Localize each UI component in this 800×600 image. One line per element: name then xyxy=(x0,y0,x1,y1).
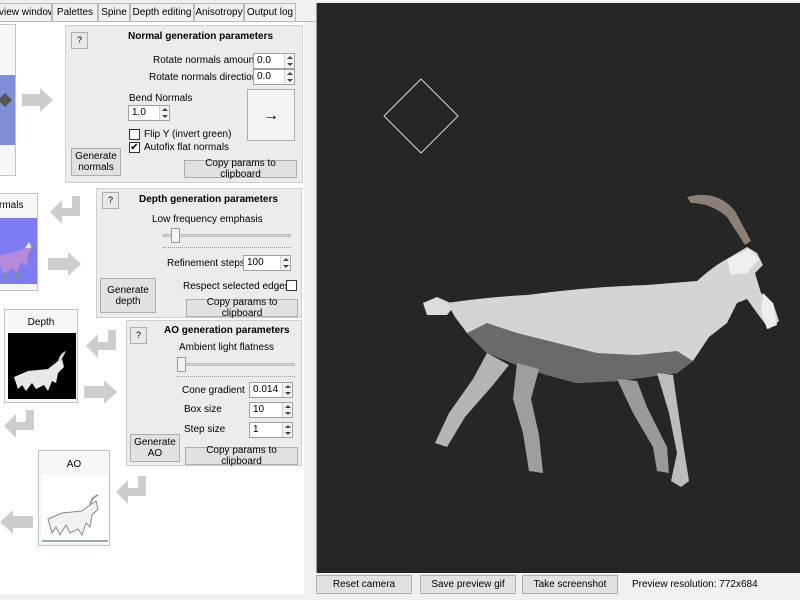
preview-resolution-text: Preview resolution: 772x684 xyxy=(632,579,758,590)
light-direction-button[interactable]: → xyxy=(247,89,295,141)
box-size-value: 10 xyxy=(253,404,265,415)
low-frequency-slider[interactable] xyxy=(163,234,291,237)
bend-normals-stepper[interactable] xyxy=(159,106,169,120)
goat-normals-icon xyxy=(0,242,33,280)
rotate-amount-value: 0.0 xyxy=(257,55,271,66)
tab-palettes[interactable]: Palettes xyxy=(52,3,98,21)
depth-thumbnail-label: Depth xyxy=(27,317,55,328)
rotate-direction-field[interactable]: 0.0 xyxy=(253,69,295,85)
depth-copy-params-button[interactable]: Copy params to clipboard xyxy=(186,297,298,319)
ao-group-title: AO generation parameters xyxy=(164,325,290,336)
reset-camera-button[interactable]: Reset camera xyxy=(316,575,412,594)
refinement-steps-stepper[interactable] xyxy=(280,256,290,270)
cone-gradient-label: Cone gradient xyxy=(182,385,245,396)
depth-thumbnail[interactable]: Depth xyxy=(4,309,78,403)
low-frequency-ticks xyxy=(163,247,291,248)
preview-toolbar: Reset camera Save preview gif Take scree… xyxy=(316,574,800,596)
goat-depth-icon xyxy=(14,351,66,391)
tab-spine[interactable]: Spine xyxy=(98,3,130,21)
generate-normals-button[interactable]: Generate normals xyxy=(71,148,121,176)
ao-thumbnail[interactable]: AO xyxy=(38,450,110,546)
depth-generation-group: ? Depth generation parameters Low freque… xyxy=(96,188,302,319)
step-size-value: 1 xyxy=(253,424,259,435)
box-size-label: Box size xyxy=(184,404,222,415)
goat-preview-icon xyxy=(423,194,779,487)
source-thumbnail[interactable] xyxy=(0,24,16,176)
arrow-down-left-icon xyxy=(86,330,116,358)
rotate-direction-stepper[interactable] xyxy=(284,70,294,84)
normal-help-button[interactable]: ? xyxy=(71,32,88,49)
depth-help-button[interactable]: ? xyxy=(102,192,119,209)
ao-generation-group: ? AO generation parameters Ambient light… xyxy=(126,320,302,467)
tab-depth-editing[interactable]: Depth editing xyxy=(130,3,194,21)
light-direction-gizmo-icon[interactable] xyxy=(383,78,459,154)
refinement-steps-label: Refinement steps: xyxy=(167,258,248,269)
tab-view-window[interactable]: view window xyxy=(0,3,52,21)
rotate-amount-field[interactable]: 0.0 xyxy=(253,53,295,69)
rotate-direction-label: Rotate normals direction xyxy=(149,72,258,83)
cone-gradient-stepper[interactable] xyxy=(282,383,292,397)
preview-viewport[interactable] xyxy=(316,3,800,573)
normals-thumbnail-label: rmals xyxy=(0,200,24,211)
cone-gradient-value: 0.014 xyxy=(253,384,279,395)
preview-canvas[interactable] xyxy=(317,3,800,573)
respect-edges-label: Respect selected edges xyxy=(183,281,290,292)
flip-y-label: Flip Y (invert green) xyxy=(144,129,232,140)
generate-depth-button[interactable]: Generate depth xyxy=(100,278,156,313)
autofix-checkbox[interactable]: ✔ xyxy=(129,142,140,153)
low-frequency-slider-thumb[interactable] xyxy=(171,228,180,243)
bend-normals-label: Bend Normals xyxy=(129,93,193,104)
generate-ao-button[interactable]: Generate AO xyxy=(130,434,180,462)
tab-anisotropy[interactable]: Anisotropy xyxy=(194,3,244,21)
normal-group-title: Normal generation parameters xyxy=(128,31,274,42)
arrow-right-icon xyxy=(22,88,53,112)
ambient-flatness-ticks xyxy=(177,376,295,377)
box-size-stepper[interactable] xyxy=(282,403,292,417)
save-preview-gif-button[interactable]: Save preview gif xyxy=(420,575,516,594)
arrow-down-left-icon xyxy=(4,410,34,438)
step-size-field[interactable]: 1 xyxy=(249,422,293,438)
arrow-left-icon xyxy=(0,510,33,534)
tab-output-log[interactable]: Output log xyxy=(244,3,296,21)
cone-gradient-field[interactable]: 0.014 xyxy=(249,382,293,398)
refinement-steps-value: 100 xyxy=(247,257,264,268)
ao-copy-params-button[interactable]: Copy params to clipboard xyxy=(185,445,298,467)
arrow-down-left-icon xyxy=(50,196,80,224)
ao-help-button[interactable]: ? xyxy=(130,327,147,344)
depth-image xyxy=(8,333,76,399)
normal-generation-group: ? Normal generation parameters Rotate no… xyxy=(65,25,303,183)
bend-normals-value: 1.0 xyxy=(132,107,146,118)
ambient-flatness-slider-thumb[interactable] xyxy=(177,357,186,372)
rotate-direction-value: 0.0 xyxy=(257,71,271,82)
depth-group-title: Depth generation parameters xyxy=(139,194,278,205)
normals-image xyxy=(0,218,37,284)
vertical-scrollbar[interactable] xyxy=(304,22,312,594)
rotate-amount-label: Rotate normals amount xyxy=(153,55,257,66)
ao-thumbnail-label: AO xyxy=(66,459,82,470)
ao-image xyxy=(42,475,108,543)
arrow-down-left-icon xyxy=(116,476,146,504)
arrow-right-icon xyxy=(48,252,81,276)
rotate-amount-stepper[interactable] xyxy=(284,54,294,68)
box-size-field[interactable]: 10 xyxy=(249,402,293,418)
ambient-flatness-slider[interactable] xyxy=(177,363,295,366)
take-screenshot-button[interactable]: Take screenshot xyxy=(522,575,618,594)
low-frequency-label: Low frequency emphasis xyxy=(152,214,263,225)
goat-ao-icon xyxy=(42,494,108,542)
step-size-stepper[interactable] xyxy=(282,423,292,437)
ambient-flatness-label: Ambient light flatness xyxy=(179,342,275,353)
respect-edges-checkbox[interactable] xyxy=(286,280,297,291)
arrow-right-icon xyxy=(84,380,117,404)
step-size-label: Step size xyxy=(184,424,226,435)
refinement-steps-field[interactable]: 100 xyxy=(243,255,291,271)
source-image xyxy=(0,75,15,145)
flip-y-checkbox[interactable] xyxy=(129,129,140,140)
autofix-label: Autofix flat normals xyxy=(144,142,230,153)
tab-bar: view window Palettes Spine Depth editing… xyxy=(0,3,316,22)
bend-normals-field[interactable]: 1.0 xyxy=(128,105,170,121)
normal-copy-params-button[interactable]: Copy params to clipboard xyxy=(184,158,297,180)
normals-thumbnail[interactable]: rmals xyxy=(0,193,38,291)
